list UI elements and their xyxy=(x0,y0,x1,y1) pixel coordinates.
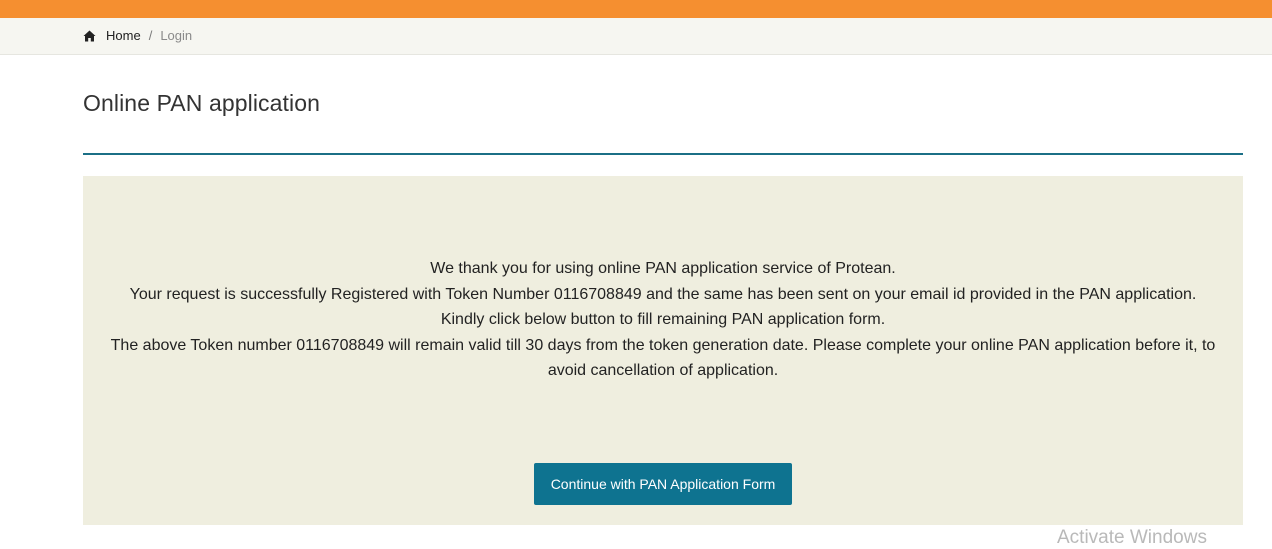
continue-application-button[interactable]: Continue with PAN Application Form xyxy=(534,463,792,505)
title-divider xyxy=(83,153,1243,155)
message-instruction: Kindly click below button to fill remain… xyxy=(440,311,886,328)
page-title: Online PAN application xyxy=(83,90,321,116)
activate-windows-watermark: Activate Windows xyxy=(1057,527,1207,548)
message-validity: The above Token number 0116708849 will r… xyxy=(110,336,1216,354)
breadcrumb-home-link[interactable]: Home xyxy=(106,28,141,44)
message-token-registered: Your request is successfully Registered … xyxy=(129,285,1197,303)
top-header-bar xyxy=(0,0,1272,18)
breadcrumb-current: Login xyxy=(160,28,193,43)
confirmation-panel: We thank you for using online PAN applic… xyxy=(83,176,1243,525)
confirmation-message: We thank you for using online PAN applic… xyxy=(83,256,1243,384)
breadcrumb-separator: / xyxy=(148,28,153,43)
breadcrumb: Home / Login xyxy=(83,28,192,44)
breadcrumb-bar: Home / Login xyxy=(0,18,1272,55)
message-thanks: We thank you for using online PAN applic… xyxy=(430,260,896,277)
home-icon[interactable] xyxy=(83,30,96,42)
message-validity-continued: avoid cancellation of application. xyxy=(547,362,779,379)
